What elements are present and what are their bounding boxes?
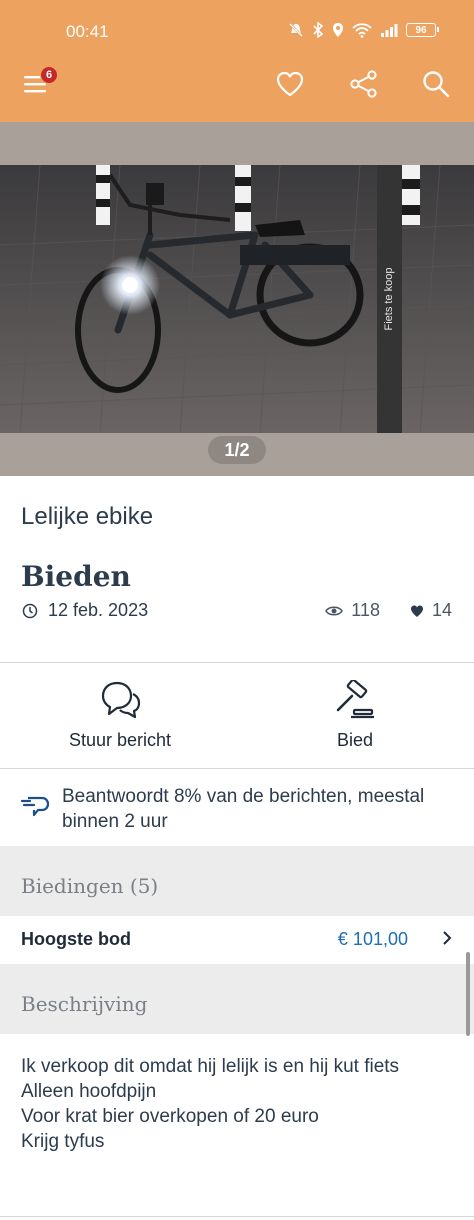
price-label: Bieden [21, 560, 131, 593]
bluetooth-icon [313, 22, 324, 38]
reply-info: Beantwoordt 8% van de berichten, meestal… [20, 784, 460, 834]
description-text: Ik verkoop dit omdat hij lelijk is en hi… [21, 1054, 451, 1154]
photo-pager: 1/2 [208, 436, 266, 464]
bids-header: Biedingen (5) [0, 846, 474, 916]
date-text: 12 feb. 2023 [48, 600, 149, 620]
description-line: Alleen hoofdpijn [21, 1081, 157, 1102]
reply-info-text: Beantwoordt 8% van de berichten, meestal… [62, 786, 425, 832]
description-header-label: Beschrijving [21, 992, 148, 1016]
favorites-count: 14 [431, 600, 452, 620]
app-bar: 6 [0, 46, 474, 122]
listing-title: Lelijke ebike [21, 503, 154, 530]
description-line: Ik verkoop dit omdat hij lelijk is en hi… [21, 1056, 400, 1077]
share-button[interactable] [344, 64, 384, 104]
listing-stats: 118 14 [325, 600, 452, 621]
divider [0, 768, 474, 769]
highest-bid-row[interactable]: Hoogste bod € 101,00 [0, 916, 474, 963]
eye-icon [325, 606, 344, 615]
status-time: 00:41 [66, 22, 109, 41]
highest-bid-value: € 101,00 [337, 929, 408, 949]
photo-gallery[interactable]: Fiets te koop 1/2 [0, 122, 474, 476]
location-icon [333, 23, 343, 37]
chevron-right-icon [443, 931, 452, 945]
description-header: Beschrijving [0, 964, 474, 1034]
listing-date: 12 feb. 2023 [22, 600, 148, 621]
battery-icon: 96 [406, 23, 439, 37]
mute-icon [289, 23, 303, 37]
status-icons: 96 [288, 22, 439, 38]
divider [0, 662, 474, 663]
description-line: Krijg tyfus [21, 1131, 105, 1152]
battery-level: 96 [415, 24, 427, 36]
photo-caption-text: Fiets te koop [383, 267, 395, 331]
send-message-button[interactable]: Stuur bericht [40, 680, 200, 760]
scrollbar[interactable] [466, 952, 470, 1036]
listing-photo[interactable]: Fiets te koop [0, 165, 474, 433]
signal-icon [381, 24, 398, 37]
wifi-icon [352, 23, 372, 38]
place-bid-label: Bied [336, 730, 374, 750]
description-line: Voor krat bier overkopen of 20 euro [21, 1106, 319, 1127]
share-icon [350, 70, 377, 98]
search-button[interactable] [416, 64, 456, 104]
gavel-icon [336, 680, 374, 719]
clock-icon [22, 603, 38, 618]
status-bar: 00:41 96 [0, 0, 474, 46]
send-message-label: Stuur bericht [68, 730, 172, 750]
bids-header-label: Biedingen (5) [21, 874, 159, 898]
notification-badge: 6 [40, 66, 58, 84]
place-bid-button[interactable]: Bied [275, 680, 435, 760]
heart-icon [410, 605, 423, 617]
fast-reply-icon [20, 796, 50, 817]
photo-caption: Fiets te koop [377, 165, 402, 433]
favorite-button[interactable] [270, 64, 310, 104]
highest-bid-label: Hoogste bod [21, 929, 131, 949]
bike-photo [0, 165, 474, 433]
views-count: 118 [351, 600, 380, 620]
chat-bubbles-icon [101, 681, 141, 719]
heart-outline-icon [276, 71, 304, 97]
search-icon [423, 71, 450, 98]
divider [0, 1216, 474, 1217]
